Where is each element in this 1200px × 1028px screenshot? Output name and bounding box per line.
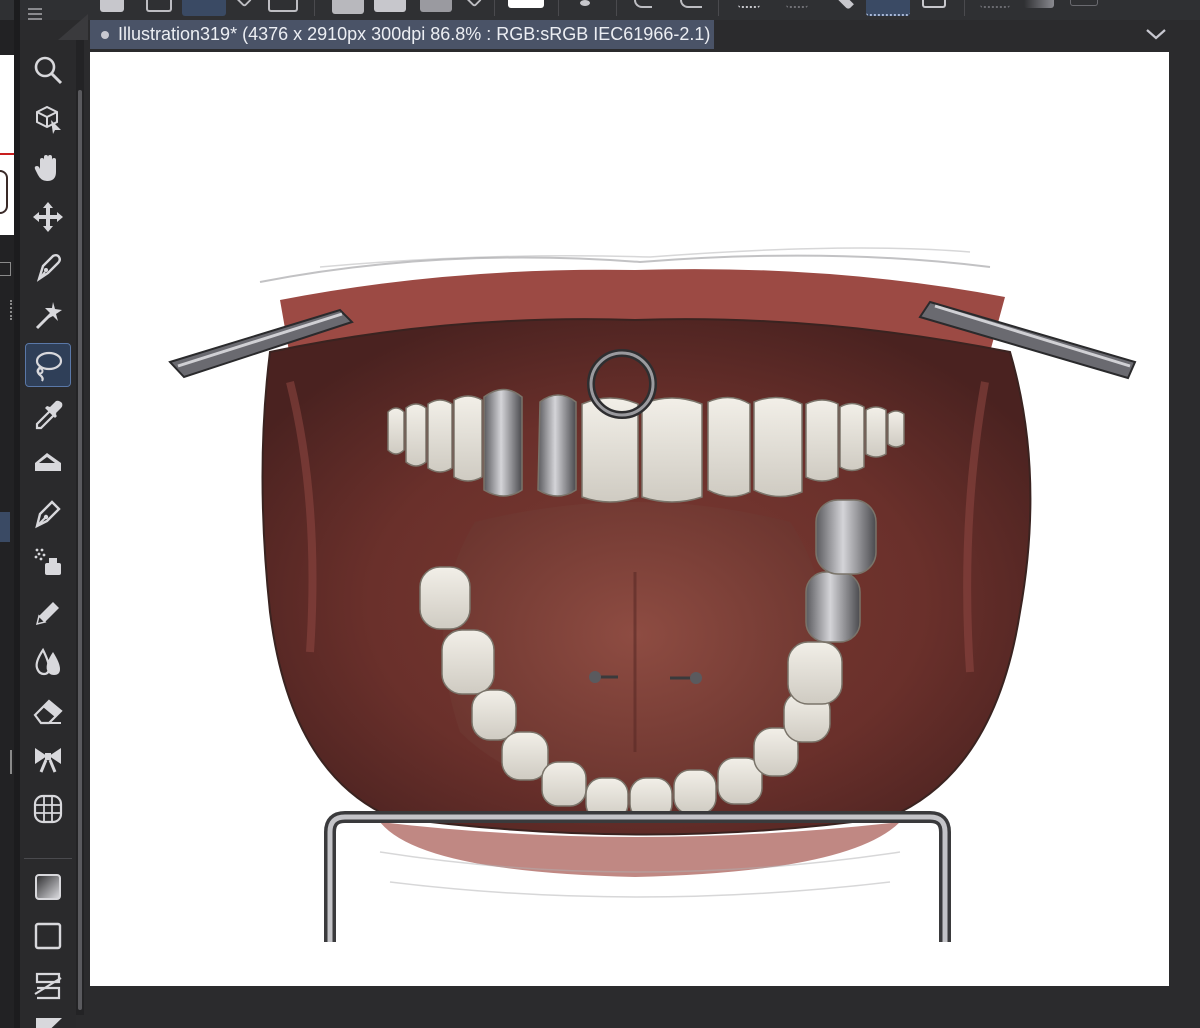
panel-mini-icon-3[interactable]: [0, 512, 10, 542]
rectangle-icon[interactable]: [26, 915, 70, 957]
transform-icon[interactable]: [922, 0, 946, 8]
navigator-thumbnail[interactable]: [0, 55, 14, 235]
ruler-icon[interactable]: [834, 0, 854, 10]
unsaved-dot: [101, 31, 109, 39]
dot-icon[interactable]: [580, 0, 590, 6]
curve-icon-2[interactable]: [680, 0, 702, 8]
document-tab-title: Illustration319* (4376 x 2910px 300dpi 8…: [118, 24, 711, 44]
drawing-canvas[interactable]: [90, 52, 1169, 986]
dropdown-icon-2[interactable]: [464, 0, 482, 8]
mouth-illustration: [168, 247, 1137, 942]
burst-icon[interactable]: [738, 0, 760, 8]
keyboard-icon[interactable]: [1070, 0, 1098, 6]
marker-icon[interactable]: [26, 590, 70, 632]
canvas-right-margin: [1169, 52, 1200, 986]
eraser-icon[interactable]: [26, 689, 70, 731]
chevron-down-icon[interactable]: [1144, 24, 1168, 44]
layer-icon[interactable]: [420, 0, 452, 12]
airbrush-icon[interactable]: [26, 541, 70, 583]
grid-icon[interactable]: [980, 0, 1010, 8]
curve-icon[interactable]: [634, 0, 652, 8]
hand-icon[interactable]: [26, 147, 70, 189]
add-layer-icon[interactable]: [332, 0, 364, 14]
gradient-square-icon[interactable]: [26, 866, 70, 908]
tool-separator: [24, 858, 72, 859]
selection-icon[interactable]: [866, 0, 910, 16]
paint-bucket-icon[interactable]: [26, 443, 70, 485]
panel-mini-icon-2[interactable]: [0, 300, 12, 320]
bow-icon[interactable]: [26, 738, 70, 780]
magnifier-icon[interactable]: [26, 49, 70, 91]
white-swatch[interactable]: [508, 0, 544, 8]
top-toolbar: [0, 0, 1200, 20]
pen-nib-icon[interactable]: [26, 245, 70, 287]
tool-scrollbar-thumb[interactable]: [78, 90, 82, 1010]
move-arrows-icon[interactable]: [26, 196, 70, 238]
open-icon[interactable]: [146, 0, 172, 12]
panel-mini-icon-4[interactable]: [0, 750, 12, 774]
lasso-icon[interactable]: [25, 343, 71, 387]
panel-mini-icon[interactable]: [0, 262, 11, 276]
shade-icon[interactable]: [1024, 0, 1054, 8]
fill-icon[interactable]: [374, 0, 406, 12]
new-icon[interactable]: [100, 0, 124, 12]
dropdown-icon[interactable]: [234, 0, 252, 8]
magic-wand-icon[interactable]: [26, 294, 70, 336]
navigator-preview: [0, 170, 8, 214]
blend-drops-icon[interactable]: [26, 640, 70, 682]
burst-icon-2[interactable]: [786, 0, 808, 8]
menu-icon[interactable]: [28, 8, 48, 22]
frame-icon[interactable]: [268, 0, 298, 12]
perspective-ruler-icon[interactable]: [26, 964, 70, 1006]
object-cursor-icon[interactable]: [26, 98, 70, 140]
eyedropper-icon[interactable]: [26, 394, 70, 436]
navigator-frame-line: [0, 153, 14, 155]
mesh-globe-icon[interactable]: [26, 788, 70, 830]
fountain-pen-icon[interactable]: [26, 492, 70, 534]
save-icon[interactable]: [182, 0, 226, 16]
